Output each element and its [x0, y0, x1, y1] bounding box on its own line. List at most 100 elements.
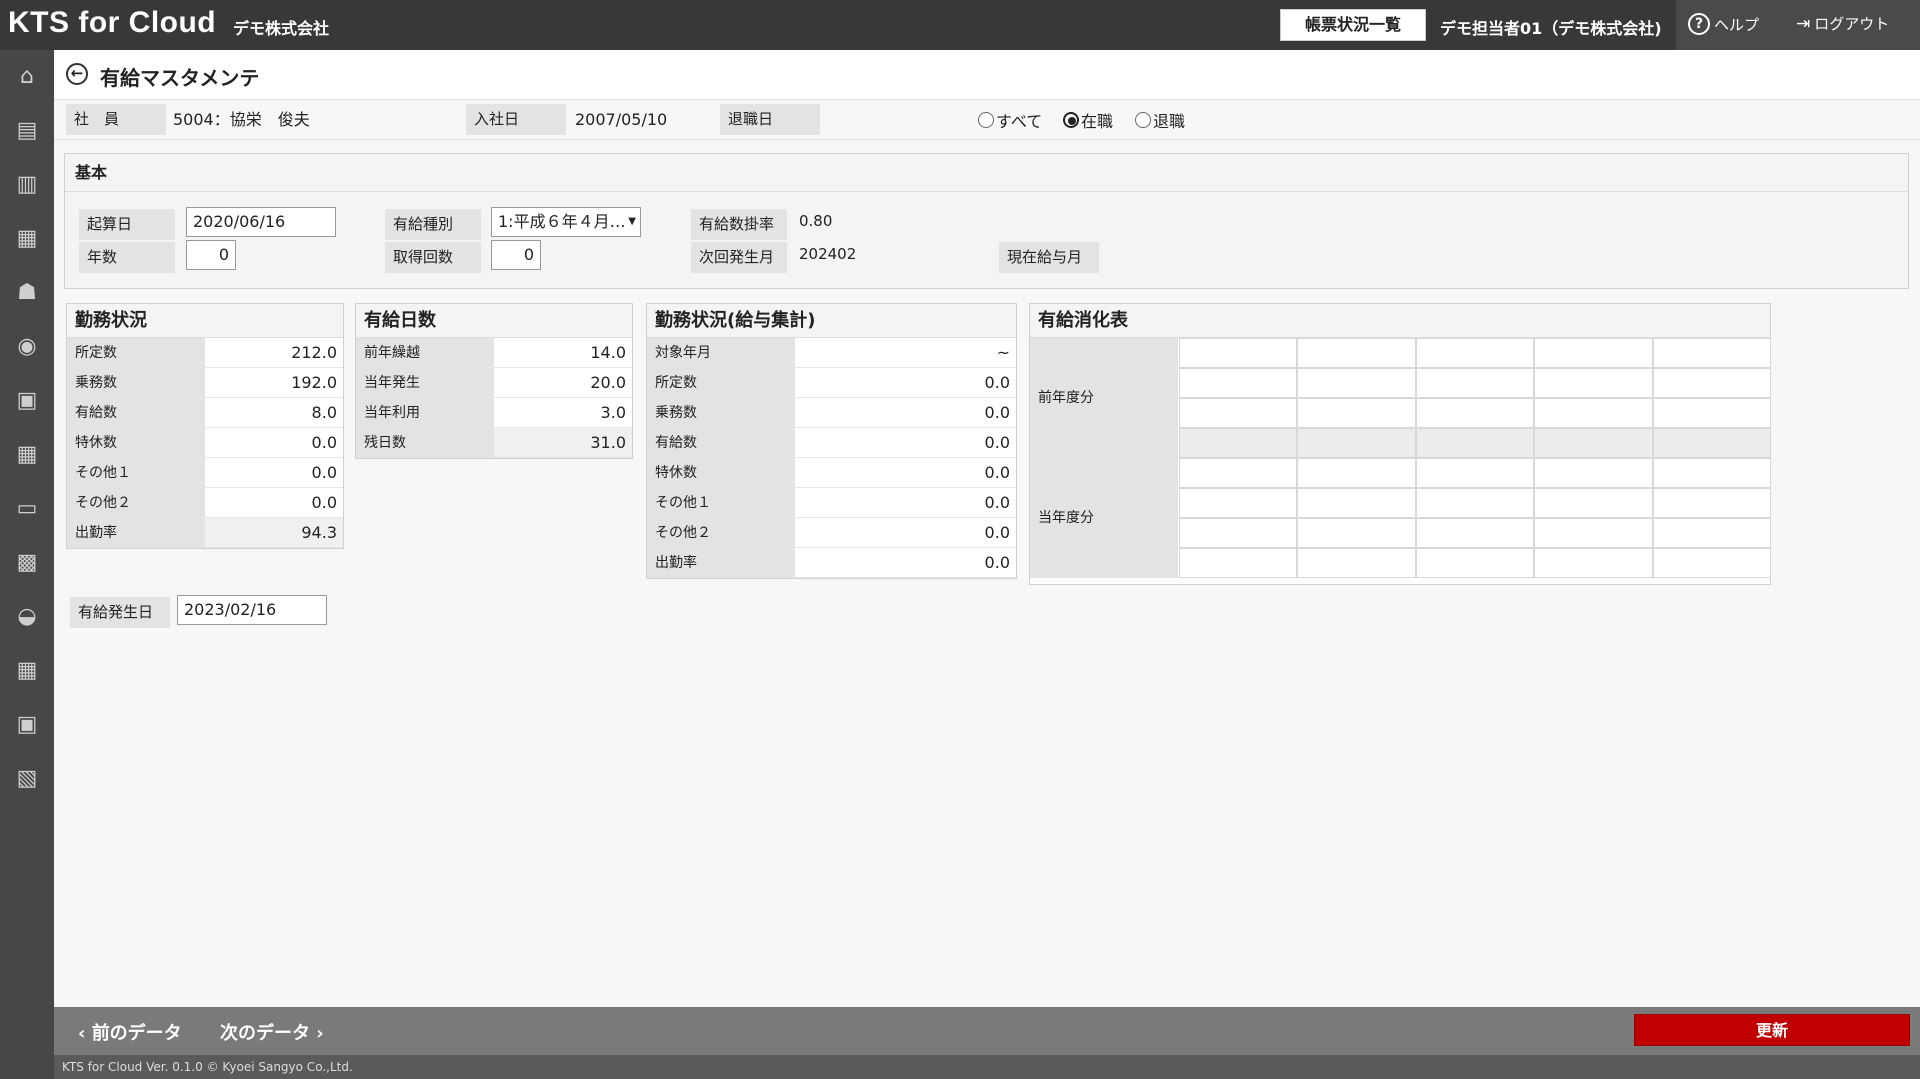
- row-label: 有給数: [647, 428, 795, 457]
- curr-year-label: 当年度分: [1030, 458, 1178, 578]
- table-row: 有給数 0.0: [647, 428, 1016, 458]
- kaisu-input[interactable]: 0: [491, 240, 541, 270]
- grid-cell: [1179, 428, 1298, 458]
- grid-cell: [1179, 548, 1298, 578]
- kinmu-panel: 勤務状況 所定数 212.0 乗務数 192.0 有給数 8.0 特休数 0.0 その他…: [66, 303, 344, 549]
- vehicle-icon[interactable]: ▩: [13, 550, 41, 576]
- grid-cell: [1534, 488, 1653, 518]
- table-row: 乗務数 192.0: [67, 368, 343, 398]
- genzai-label: 現在給与月: [999, 242, 1099, 273]
- shubetsu-label: 有給種別: [385, 209, 481, 240]
- grid-cell: [1652, 338, 1771, 368]
- radio-all[interactable]: すべて: [978, 108, 1042, 132]
- chart-icon[interactable]: ▦: [13, 658, 41, 684]
- row-label: 有給数: [67, 398, 205, 427]
- money-icon[interactable]: ◉: [13, 334, 41, 360]
- calendar-icon[interactable]: ▦: [13, 442, 41, 468]
- grid-cell: [1534, 518, 1653, 548]
- logout-link[interactable]: ⇥ ログアウト: [1796, 13, 1889, 34]
- grid-cell: [1415, 428, 1535, 458]
- user-name: デモ担当者01（デモ株式会社): [1440, 19, 1662, 38]
- table-row: 当年利用 3.0: [356, 398, 632, 428]
- table-row: その他１ 0.0: [647, 488, 1016, 518]
- grid-cell: [1179, 518, 1298, 548]
- table-row: 残日数 31.0: [356, 428, 632, 458]
- radio-active-circle[interactable]: [1063, 112, 1079, 128]
- back-arrow-icon[interactable]: ←: [66, 63, 88, 85]
- row-value: 0.0: [984, 523, 1010, 542]
- kakeritsu-label: 有給数掛率: [691, 209, 787, 240]
- employee-value: 5004：協栄 俊夫: [173, 110, 310, 129]
- truck-icon[interactable]: ▣: [13, 388, 41, 414]
- basic-title: 基本: [65, 154, 1908, 192]
- radio-all-label: すべて: [996, 112, 1043, 131]
- car-icon[interactable]: ◒: [13, 604, 41, 630]
- kaisu-label: 取得回数: [385, 242, 481, 273]
- chevron-left-icon: ‹: [78, 1023, 92, 1044]
- radio-active[interactable]: 在職: [1063, 108, 1113, 132]
- update-button[interactable]: 更新: [1634, 1014, 1910, 1046]
- yukyu-panel: 有給日数 前年繰越 14.0 当年発生 20.0 当年利用 3.0 残日数 31.0: [355, 303, 633, 459]
- radio-retired-circle[interactable]: [1135, 112, 1151, 128]
- logout-label: ログアウト: [1814, 15, 1890, 33]
- prev-data-button[interactable]: ‹ 前のデータ: [78, 1019, 182, 1045]
- nensu-label: 年数: [79, 242, 175, 273]
- idcard-icon[interactable]: ▭: [13, 496, 41, 522]
- chevron-down-icon: ▼: [628, 216, 636, 227]
- home-icon[interactable]: ⌂: [13, 64, 41, 90]
- kisan-input[interactable]: 2020/06/16: [186, 207, 336, 237]
- clipboard-icon[interactable]: ▥: [13, 172, 41, 198]
- row-label: 当年利用: [356, 398, 494, 427]
- grid-cell: [1297, 398, 1416, 428]
- help-link[interactable]: ? ヘルプ: [1688, 13, 1759, 35]
- grid-cell: [1534, 338, 1653, 368]
- grid-cell: [1652, 428, 1771, 458]
- join-date-value: 2007/05/10: [575, 110, 668, 129]
- table-row: 乗務数 0.0: [647, 398, 1016, 428]
- building-icon[interactable]: ▦: [13, 226, 41, 252]
- grid-cell: [1652, 548, 1771, 578]
- report-status-button[interactable]: 帳票状況一覧: [1280, 9, 1426, 41]
- next-data-label: 次のデータ: [220, 1023, 310, 1044]
- next-data-button[interactable]: 次のデータ ›: [220, 1019, 324, 1045]
- row-value: 212.0: [291, 343, 337, 362]
- app-logo: KTS for Cloud: [8, 6, 217, 39]
- top-bar: KTS for Cloud デモ株式会社 帳票状況一覧 デモ担当者01（デモ株式…: [0, 0, 1920, 50]
- worker-icon[interactable]: ☗: [13, 280, 41, 306]
- settings-icon[interactable]: ▧: [13, 766, 41, 792]
- footer-bar: ‹ 前のデータ 次のデータ › 更新: [54, 1007, 1920, 1055]
- row-label: その他１: [647, 488, 795, 517]
- row-value: 0.0: [984, 553, 1010, 572]
- nensu-input[interactable]: 0: [186, 240, 236, 270]
- page-title: 有給マスタメンテ: [100, 66, 260, 90]
- grid-cell: [1297, 518, 1416, 548]
- grid-cell: [1534, 428, 1653, 458]
- row-value: 0.0: [311, 493, 337, 512]
- page-header: ← 有給マスタメンテ: [54, 50, 1920, 100]
- grid-cell: [1534, 368, 1653, 398]
- kisan-label: 起算日: [79, 209, 175, 240]
- row-value: 20.0: [590, 373, 626, 392]
- row-label: 特休数: [647, 458, 795, 487]
- yukyu-title: 有給日数: [356, 304, 632, 338]
- grid-cell: [1179, 398, 1298, 428]
- hassei-input[interactable]: 2023/02/16: [177, 595, 327, 625]
- grid-cell: [1415, 548, 1535, 578]
- radio-all-circle[interactable]: [978, 112, 994, 128]
- table-row: その他２ 0.0: [647, 518, 1016, 548]
- grid-cell: [1415, 368, 1535, 398]
- bus-icon[interactable]: ▤: [13, 118, 41, 144]
- row-value: 31.0: [590, 433, 626, 452]
- shoka-grid: [1179, 338, 1771, 578]
- company-name: デモ株式会社: [233, 19, 330, 38]
- grid-cell: [1297, 428, 1416, 458]
- radio-retired[interactable]: 退職: [1135, 108, 1185, 132]
- profile-icon[interactable]: ▣: [13, 712, 41, 738]
- grid-cell: [1179, 368, 1298, 398]
- row-value: 0.0: [984, 433, 1010, 452]
- row-value: 94.3: [301, 523, 337, 542]
- row-label: その他１: [67, 458, 205, 487]
- grid-cell: [1415, 338, 1535, 368]
- hassei-label: 有給発生日: [70, 597, 170, 628]
- shubetsu-select[interactable]: 1:平成６年４月… ▼: [491, 207, 641, 237]
